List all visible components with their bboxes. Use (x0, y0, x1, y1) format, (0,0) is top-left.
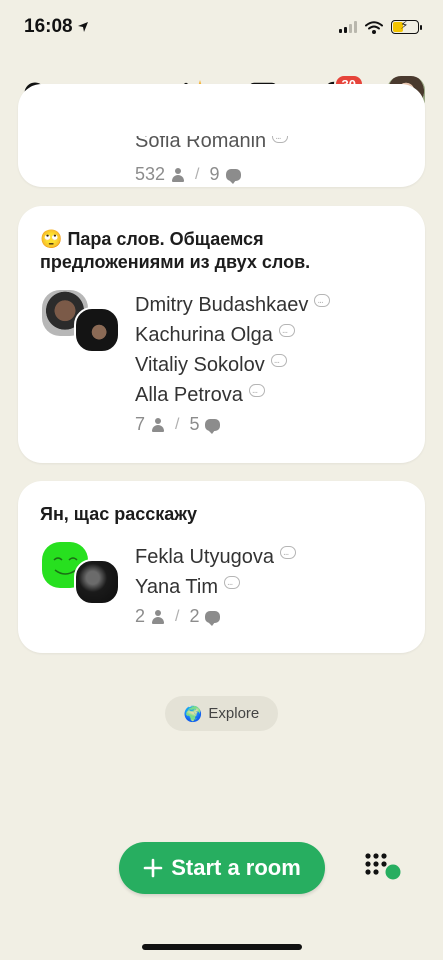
wifi-icon (365, 20, 383, 34)
person-icon (151, 609, 165, 624)
chat-icon (205, 610, 221, 626)
speaking-bubble-icon (272, 136, 289, 152)
backchannel-button[interactable] (364, 852, 404, 884)
plus-icon (143, 858, 163, 878)
person-icon (171, 167, 185, 182)
speaker-avatar (74, 559, 120, 605)
participant-count: 7 (135, 414, 146, 434)
speaker-avatar (74, 307, 120, 353)
location-arrow-icon (77, 22, 88, 32)
speaker-name: Sofia Romanin (135, 136, 289, 156)
divider: / (175, 415, 180, 433)
speaker-name: Alla Petrova (135, 376, 330, 410)
speaking-bubble-icon (279, 538, 296, 568)
charging-bolt-icon: ⚡ (400, 18, 409, 32)
speaker-name: Kachurina Olga (135, 316, 330, 350)
speaking-bubble-icon (278, 316, 295, 346)
start-room-button[interactable]: Start a room (119, 842, 325, 894)
room-card[interactable]: 🙄 Пара слов. Общаемся предложениями из д… (18, 206, 425, 463)
room-card-partial[interactable]: Sofia Romanin 532 / 9 (18, 84, 425, 187)
speaker-name: Dmitry Budashkaev (135, 286, 331, 320)
chat-icon (225, 168, 241, 184)
participant-count: 2 (135, 606, 146, 626)
globe-icon: 🌍 (183, 705, 203, 723)
start-room-label: Start a room (171, 855, 301, 880)
person-icon (151, 417, 165, 432)
room-title: Ян, щас расскажу (40, 504, 198, 524)
cellular-signal-icon (339, 21, 357, 33)
home-indicator (142, 944, 302, 950)
speaker-count: 2 (189, 606, 200, 626)
explore-label: Explore (208, 705, 260, 722)
speaker-list: Dmitry Budashkaev Kachurina Olga Vitaliy… (135, 286, 331, 435)
room-stats: 7 / 5 (135, 414, 330, 435)
speaking-bubble-icon (270, 346, 287, 376)
battery-icon: ⚡ (391, 18, 422, 34)
speaking-bubble-icon (314, 286, 331, 316)
room-stats: 2 / 2 (135, 606, 296, 627)
room-stats: 532 / 9 (135, 164, 241, 185)
divider: / (175, 607, 180, 625)
explore-button[interactable]: 🌍 Explore (165, 696, 278, 731)
speaker-count: 5 (189, 414, 200, 434)
participant-count: 532 (135, 164, 166, 184)
speaker-list: Fekla Utyugova Yana Tim 2 / 2 (135, 538, 296, 627)
speaker-name: Yana Tim (135, 568, 296, 602)
room-emoji: 🙄 (40, 229, 63, 249)
divider: / (195, 165, 200, 183)
dots-grid-icon (365, 853, 401, 880)
speaker-name: Fekla Utyugova (135, 538, 296, 572)
clock-text: 16:08 (24, 16, 73, 37)
status-icons: ⚡ (339, 18, 422, 34)
speaker-name: Vitaliy Sokolov (135, 346, 330, 380)
status-bar: 16:08 ⚡ (0, 0, 443, 54)
room-title: 🙄 Пара слов. Общаемся предложениями из д… (40, 229, 311, 272)
status-time: 16:08 (24, 16, 89, 38)
speaking-bubble-icon (248, 376, 265, 406)
speaking-bubble-icon (224, 568, 240, 598)
chat-icon (205, 418, 221, 434)
speaker-count: 9 (209, 164, 220, 184)
room-card[interactable]: Ян, щас расскажу Fekla Utyugova Yana Tim… (18, 481, 425, 653)
